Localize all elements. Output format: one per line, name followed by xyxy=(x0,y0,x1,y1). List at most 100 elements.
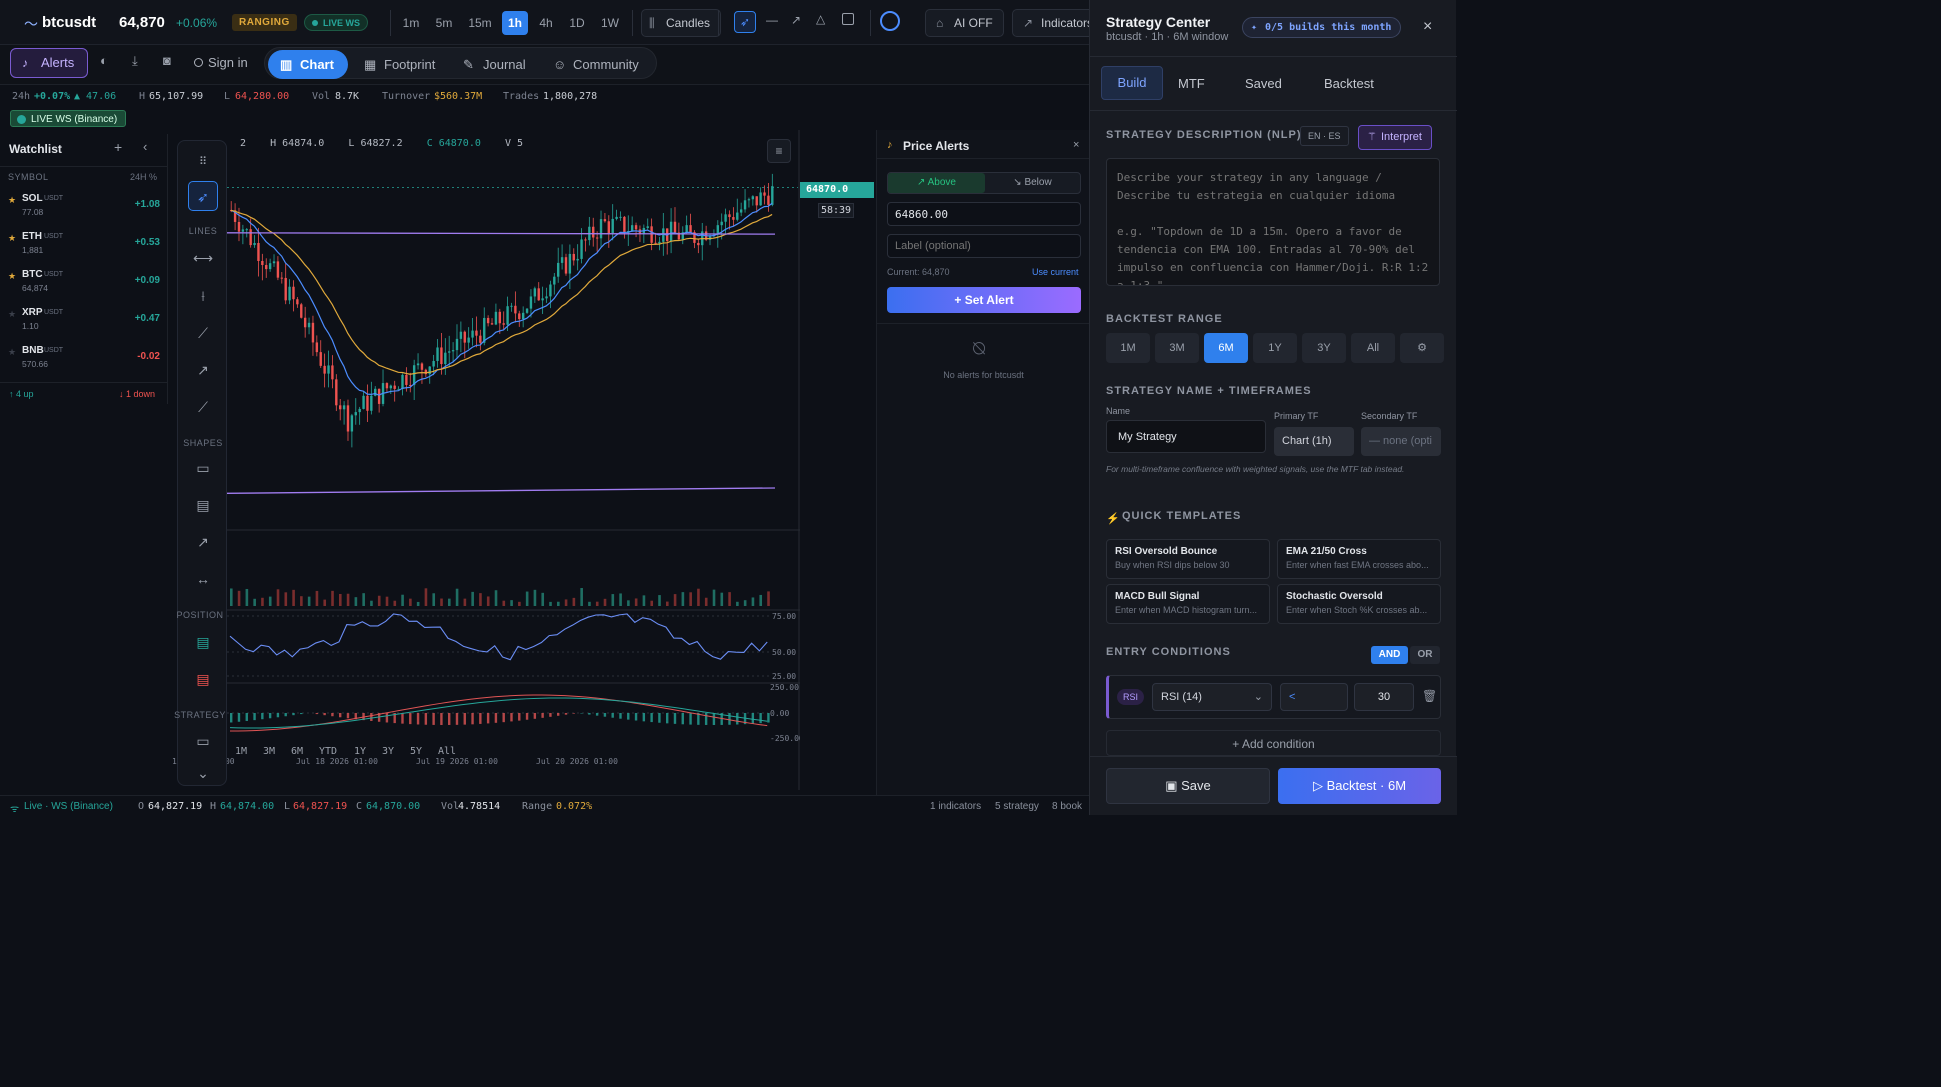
measure-icon[interactable]: ↔ xyxy=(188,564,218,594)
range-3m[interactable]: 3M xyxy=(263,746,275,757)
extended-line-icon[interactable]: ⟋ xyxy=(188,392,218,422)
range-5y[interactable]: 5Y xyxy=(410,746,422,757)
chevron-down-icon[interactable]: ⌄ xyxy=(188,758,218,788)
watchlist-row-bnb[interactable]: ★ BNB USDT 570.66 -0.02 xyxy=(0,341,168,379)
backtest-range-3m[interactable]: 3M xyxy=(1155,333,1199,363)
palette-icon[interactable]: ◐ xyxy=(100,53,108,68)
watchlist-row-xrp[interactable]: ★ XRP USDT 1.10 +0.47 xyxy=(0,303,168,341)
tab-saved[interactable]: Saved xyxy=(1245,76,1282,91)
condition-value-input[interactable]: 30 xyxy=(1354,683,1414,711)
rectangle-icon[interactable]: ▭ xyxy=(188,453,218,483)
alerts-button[interactable]: ♪ Alerts xyxy=(10,48,88,78)
arrow-tool-icon[interactable]: ↗ xyxy=(791,13,801,27)
strategy-tool-icon[interactable]: ▭ xyxy=(188,726,218,756)
set-alert-button[interactable]: + Set Alert xyxy=(887,287,1081,313)
candles-button[interactable]: ⫼ Candles xyxy=(641,9,722,37)
close-icon[interactable]: × xyxy=(1423,18,1432,36)
arrow-icon[interactable]: ↗ xyxy=(188,527,218,557)
trash-icon[interactable]: 🗑 xyxy=(1422,689,1437,703)
below-button[interactable]: ↘ Below xyxy=(985,173,1080,193)
range-1m[interactable]: 1M xyxy=(235,746,247,757)
tf-5m[interactable]: 5m xyxy=(432,11,456,35)
condition-operator-select[interactable]: < xyxy=(1280,683,1348,711)
long-position-icon[interactable]: ▤ xyxy=(188,627,218,657)
backtest-button[interactable]: ▷ Backtest · 6M xyxy=(1278,768,1441,804)
globe-icon[interactable] xyxy=(880,11,900,31)
footer-strategy[interactable]: 5 strategy xyxy=(995,801,1039,812)
symbol-name[interactable]: btcusdt xyxy=(42,14,96,31)
drag-handle-icon[interactable]: ⠿ xyxy=(188,147,218,177)
add-condition-button[interactable]: + Add condition xyxy=(1106,730,1441,756)
alert-label-input[interactable] xyxy=(887,234,1081,258)
save-button[interactable]: ▣ Save xyxy=(1106,768,1270,804)
star-icon[interactable]: ★ xyxy=(8,347,16,358)
secondary-tf-select[interactable]: — none (opti xyxy=(1361,427,1441,456)
backtest-range-custom[interactable]: ⚙ xyxy=(1400,333,1444,363)
signin-button[interactable]: Sign in xyxy=(190,48,248,78)
backtest-range-1y[interactable]: 1Y xyxy=(1253,333,1297,363)
close-icon[interactable]: × xyxy=(1073,139,1079,151)
list-icon[interactable]: ≡ xyxy=(767,139,791,163)
strategy-description-input[interactable] xyxy=(1106,158,1440,286)
tf-4h[interactable]: 4h xyxy=(536,11,556,35)
tab-footprint[interactable]: ▦ Footprint xyxy=(356,50,445,79)
ai-toggle-button[interactable]: ⌂ AI OFF xyxy=(925,9,1004,37)
template-ema-cross[interactable]: EMA 21/50 Cross Enter when fast EMA cross… xyxy=(1277,539,1441,579)
trendline-icon[interactable]: ⟋ xyxy=(188,318,218,348)
range-6m[interactable]: 6M xyxy=(291,746,303,757)
range-3y[interactable]: 3Y xyxy=(382,746,394,757)
price-chart[interactable]: 65000.064500.064000.063500.063000.062500… xyxy=(170,130,841,790)
tf-1m[interactable]: 1m xyxy=(400,11,422,35)
tab-journal[interactable]: ✎ Journal xyxy=(455,50,536,79)
cursor-tool-icon[interactable]: ➶ xyxy=(734,11,756,33)
and-toggle[interactable]: AND xyxy=(1371,646,1408,664)
star-icon[interactable]: ★ xyxy=(8,233,16,244)
hline-tool-icon[interactable]: — xyxy=(766,13,778,27)
interpret-button[interactable]: ⚚ Interpret xyxy=(1358,125,1432,150)
tf-15m[interactable]: 15m xyxy=(466,11,494,35)
add-icon[interactable]: + xyxy=(114,139,122,155)
template-stochastic[interactable]: Stochastic Oversold Enter when Stoch %K c… xyxy=(1277,584,1441,624)
vline-icon[interactable]: ⟊ xyxy=(188,281,218,311)
watchlist-row-eth[interactable]: ★ ETH USDT 1,881 +0.53 xyxy=(0,227,168,265)
condition-indicator-select[interactable]: RSI (14) ⌄ xyxy=(1152,683,1272,711)
watchlist-row-sol[interactable]: ★ SOL USDT 77.08 +1.08 xyxy=(0,189,168,227)
tab-backtest[interactable]: Backtest xyxy=(1324,76,1374,91)
footer-indicators[interactable]: 1 indicators xyxy=(930,801,981,812)
download-icon[interactable]: ⤓ xyxy=(132,53,138,69)
triangle-tool-icon[interactable]: △ xyxy=(816,12,825,26)
short-position-icon[interactable]: ▤ xyxy=(188,664,218,694)
backtest-range-1m[interactable]: 1M xyxy=(1106,333,1150,363)
alert-price-input[interactable] xyxy=(887,202,1081,226)
collapse-icon[interactable]: ‹ xyxy=(143,139,147,154)
range-all[interactable]: All xyxy=(438,746,456,757)
tab-mtf[interactable]: MTF xyxy=(1178,76,1205,91)
use-current-link[interactable]: Use current xyxy=(1032,267,1079,277)
star-icon[interactable]: ★ xyxy=(8,271,16,282)
tf-1h[interactable]: 1h xyxy=(502,11,528,35)
channel-icon[interactable]: ▤ xyxy=(188,490,218,520)
tab-community[interactable]: ☺ Community xyxy=(545,50,649,79)
range-1y[interactable]: 1Y xyxy=(354,746,366,757)
chart-area[interactable]: 65000.064500.064000.063500.063000.062500… xyxy=(170,130,841,790)
watchlist-row-btc[interactable]: ★ BTC USDT 64,874 +0.09 xyxy=(0,265,168,303)
hline-icon[interactable]: ⟷ xyxy=(188,243,218,273)
language-toggle[interactable]: EN · ES xyxy=(1300,126,1349,146)
template-macd-bull[interactable]: MACD Bull Signal Enter when MACD histogra… xyxy=(1106,584,1270,624)
ray-icon[interactable]: ↗ xyxy=(188,355,218,385)
cursor-icon[interactable]: ➶ xyxy=(188,181,218,211)
tf-1d[interactable]: 1D xyxy=(566,11,588,35)
star-icon[interactable]: ★ xyxy=(8,309,16,320)
backtest-range-3y[interactable]: 3Y xyxy=(1302,333,1346,363)
primary-tf-select[interactable]: Chart (1h) xyxy=(1274,427,1354,456)
range-ytd[interactable]: YTD xyxy=(319,746,337,757)
strategy-name-input[interactable] xyxy=(1106,420,1266,453)
tab-chart[interactable]: ▥ Chart xyxy=(268,50,348,79)
or-toggle[interactable]: OR xyxy=(1410,646,1440,664)
backtest-range-all[interactable]: All xyxy=(1351,333,1395,363)
backtest-range-6m[interactable]: 6M xyxy=(1204,333,1248,363)
template-rsi-oversold[interactable]: RSI Oversold Bounce Buy when RSI dips bel… xyxy=(1106,539,1270,579)
tf-1w[interactable]: 1W xyxy=(598,11,622,35)
tab-build[interactable]: Build xyxy=(1101,66,1163,100)
rect-tool-icon[interactable] xyxy=(842,13,854,25)
